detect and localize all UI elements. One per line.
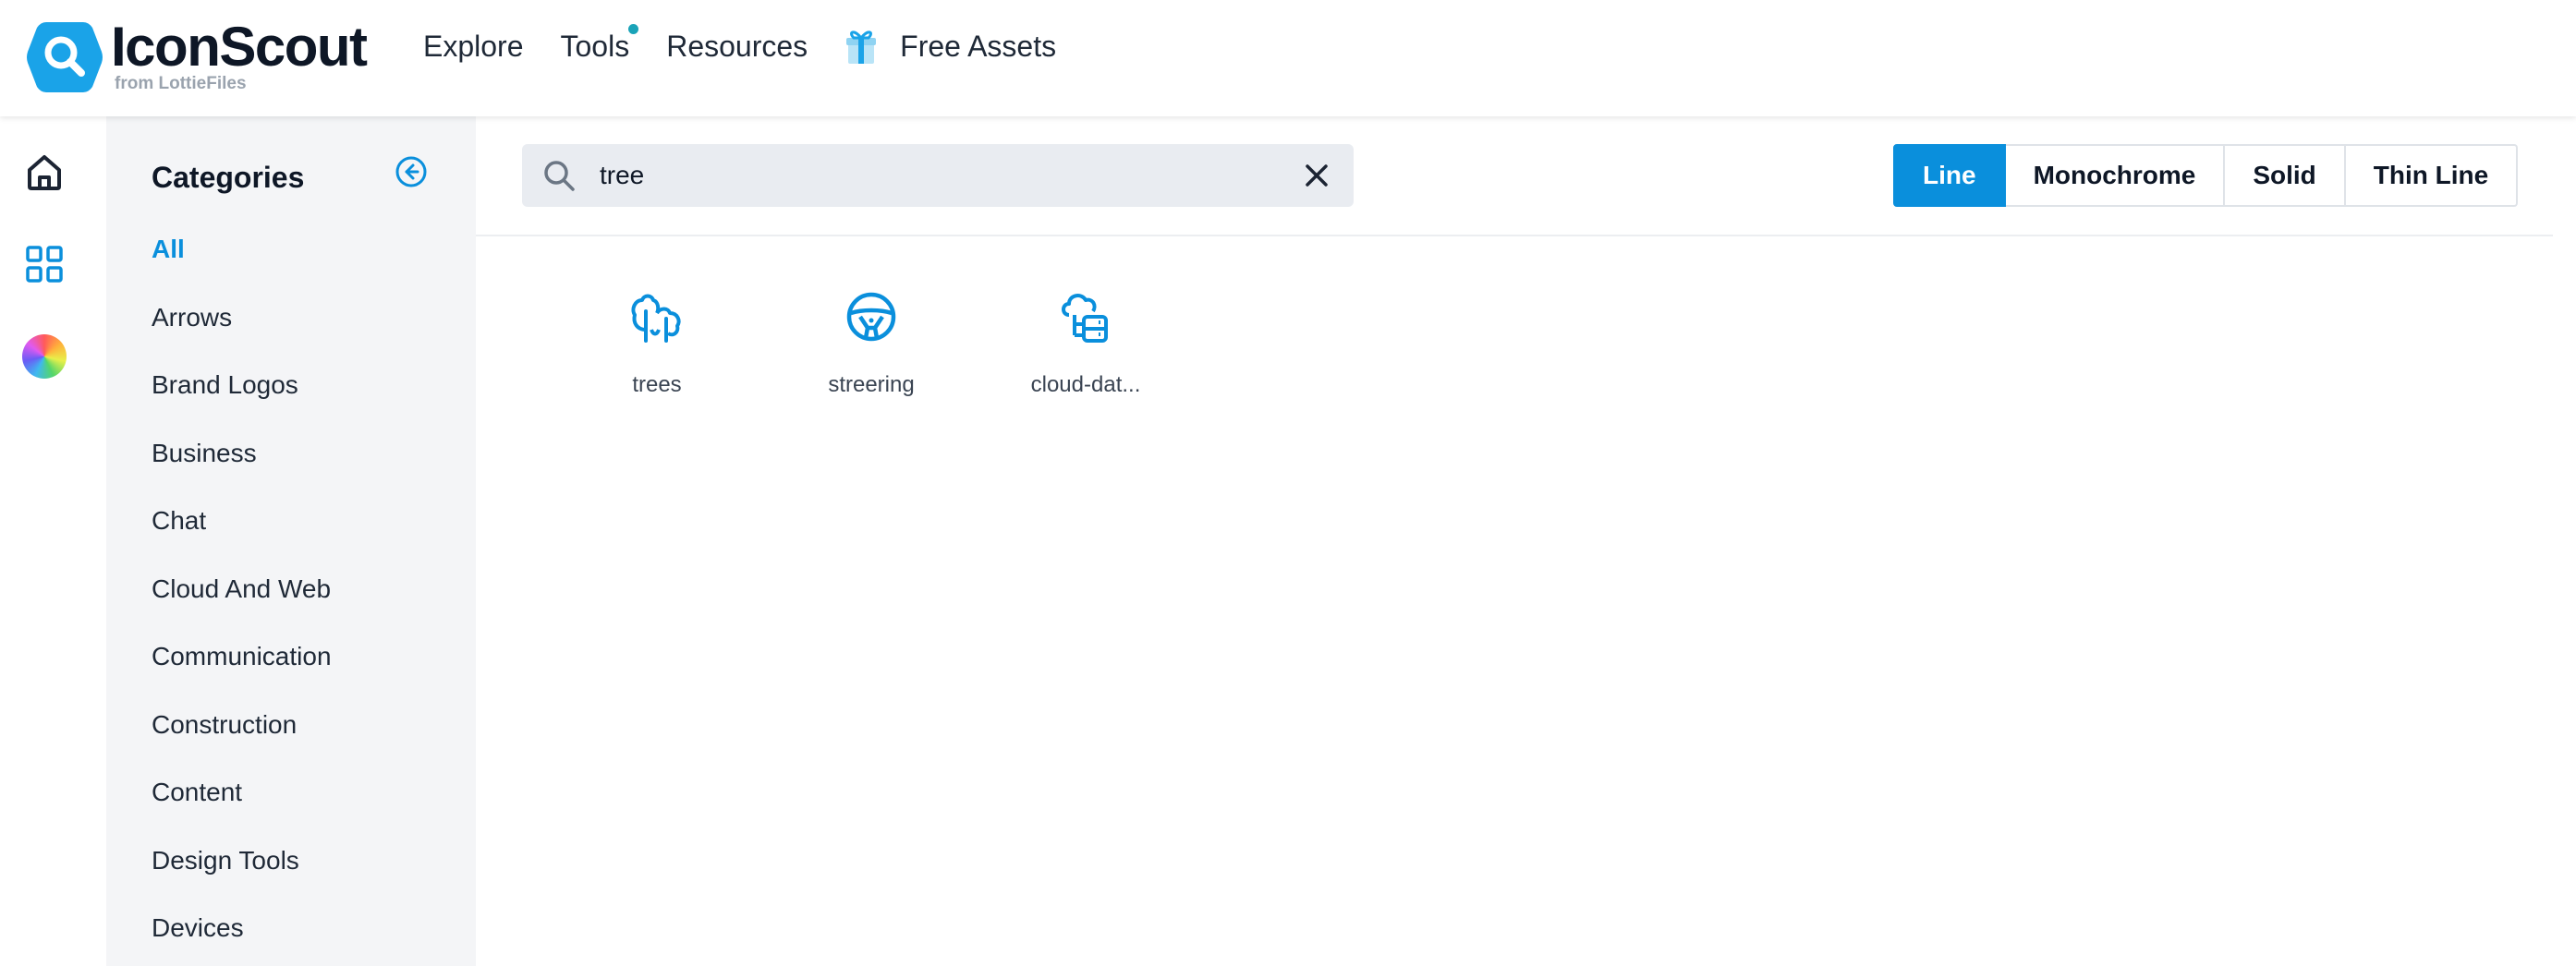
search-input[interactable] — [600, 144, 1246, 207]
logo-subtitle: from LottieFiles — [115, 74, 247, 93]
categories-sidebar: Categories All Arrows Brand Logos Busine… — [106, 116, 476, 966]
style-solid-button[interactable]: Solid — [2225, 144, 2346, 207]
style-line-button[interactable]: Line — [1893, 144, 2006, 207]
home-button[interactable] — [22, 150, 67, 194]
color-button[interactable] — [22, 334, 67, 379]
result-label: trees — [632, 372, 682, 397]
clear-search-icon[interactable] — [1302, 161, 1331, 190]
search-icon — [544, 161, 575, 191]
result-item[interactable]: cloud-dat... — [978, 287, 1193, 398]
categories-list: All Arrows Brand Logos Business Chat Clo… — [152, 231, 332, 966]
categories-button[interactable] — [22, 242, 67, 286]
cloud-database-icon — [1062, 294, 1108, 343]
result-item[interactable]: trees — [550, 287, 764, 398]
style-thin-line-button[interactable]: Thin Line — [2345, 144, 2519, 207]
category-business[interactable]: Business — [152, 435, 332, 503]
logo-search-icon — [26, 18, 103, 96]
category-devices[interactable]: Devices — [152, 910, 332, 966]
logo-wordmark: IconScout — [111, 16, 368, 78]
result-item[interactable]: streering — [764, 287, 978, 398]
category-cloud-and-web[interactable]: Cloud And Web — [152, 571, 332, 639]
icon-rail — [0, 116, 106, 966]
icon-results-grid: trees streering cloud-dat... — [550, 287, 1193, 398]
category-brand-logos[interactable]: Brand Logos — [152, 367, 332, 435]
icon-style-filter: Line Monochrome Solid Thin Line — [1893, 144, 2519, 207]
category-all[interactable]: All — [152, 231, 332, 299]
nav-tools[interactable]: Tools — [560, 23, 639, 64]
category-communication[interactable]: Communication — [152, 638, 332, 706]
category-construction[interactable]: Construction — [152, 706, 332, 775]
search-box — [522, 144, 1354, 207]
style-monochrome-button[interactable]: Monochrome — [2005, 144, 2226, 207]
category-chat[interactable]: Chat — [152, 502, 332, 571]
nav-explore[interactable]: Explore — [423, 30, 524, 64]
grid-icon — [26, 246, 63, 283]
category-arrows[interactable]: Arrows — [152, 299, 332, 368]
main-nav: Explore Tools Resources Free Assets — [423, 0, 1093, 92]
color-wheel-icon — [22, 334, 67, 379]
notification-dot — [628, 23, 639, 34]
collapse-sidebar-icon[interactable] — [395, 155, 428, 188]
categories-title: Categories — [152, 161, 305, 194]
search-toolbar: Line Monochrome Solid Thin Line — [476, 116, 2553, 236]
trees-icon — [631, 294, 681, 343]
nav-tools-label: Tools — [560, 29, 630, 63]
main-content: Line Monochrome Solid Thin Line trees — [476, 116, 2576, 966]
gift-icon — [846, 30, 877, 64]
result-label: cloud-dat... — [1030, 372, 1141, 397]
steering-wheel-icon — [846, 292, 896, 342]
nav-free-assets[interactable]: Free Assets — [844, 27, 1056, 66]
nav-free-assets-label: Free Assets — [900, 29, 1057, 63]
category-content[interactable]: Content — [152, 774, 332, 842]
category-design-tools[interactable]: Design Tools — [152, 842, 332, 911]
iconscout-logo[interactable]: IconScout from LottieFiles — [26, 11, 368, 103]
top-navigation-bar: IconScout from LottieFiles Explore Tools… — [0, 0, 2576, 116]
nav-resources[interactable]: Resources — [666, 30, 808, 64]
result-label: streering — [828, 372, 915, 397]
home-icon — [28, 155, 61, 190]
